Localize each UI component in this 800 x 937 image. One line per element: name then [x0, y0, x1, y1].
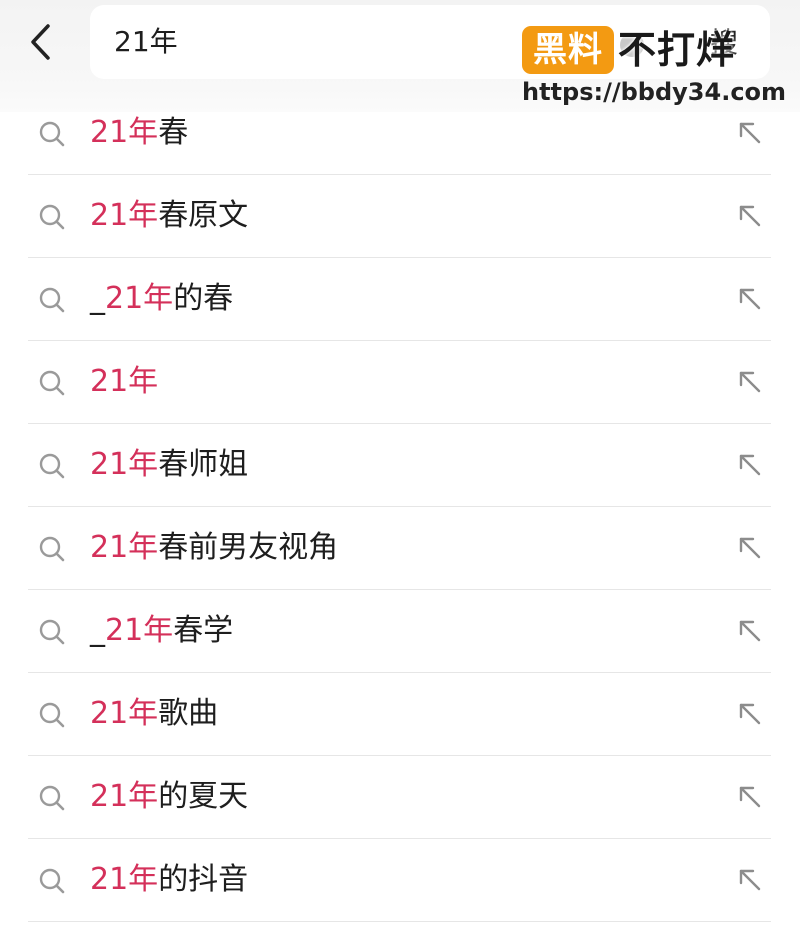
chevron-left-icon [31, 24, 50, 60]
suggestion-suffix: 春 [158, 115, 189, 150]
suggestion-text: 21年春 [90, 114, 188, 152]
suggestion-suffix: 春师姐 [158, 447, 249, 482]
search-query-text[interactable]: 21年 [114, 25, 178, 59]
suggestion-item[interactable]: 21年的夏天 [28, 756, 771, 839]
search-icon [39, 453, 65, 479]
arrow-up-left-icon[interactable] [737, 369, 763, 395]
suggestion-suffix: 春原文 [158, 198, 249, 233]
suggestion-text: 21年春师姐 [90, 446, 248, 484]
suggestion-suffix: 春学 [173, 613, 234, 648]
search-icon [39, 287, 65, 313]
search-icon [39, 536, 65, 562]
suggestion-list: 21年春 21年春原文 _21年的春 21年 21年春师姐 21年春前男友视角 _21年春学… [28, 92, 771, 922]
suggestion-prefix: _ [90, 281, 105, 316]
arrow-up-left-icon[interactable] [737, 618, 763, 644]
suggestion-item[interactable]: 21年春原文 [28, 175, 771, 258]
suggestion-suffix: 的夏天 [158, 779, 249, 814]
suggestion-item[interactable]: _21年的春 [28, 258, 771, 341]
arrow-up-left-icon[interactable] [737, 784, 763, 810]
suggestion-text: 21年的抖音 [90, 861, 248, 899]
search-icon [39, 121, 65, 147]
search-icon [39, 619, 65, 645]
suggestion-suffix: 歌曲 [158, 696, 219, 731]
arrow-up-left-icon[interactable] [737, 452, 763, 478]
suggestion-item[interactable]: 21年歌曲 [28, 673, 771, 756]
suggestion-match: 21年 [90, 447, 159, 482]
suggestion-item[interactable]: 21年春 [28, 92, 771, 175]
suggestion-match: 21年 [90, 530, 159, 565]
arrow-up-left-icon[interactable] [737, 286, 763, 312]
arrow-up-left-icon[interactable] [737, 701, 763, 727]
suggestion-match: 21年 [105, 613, 174, 648]
watermark-text: 不打烊 [618, 28, 736, 72]
watermark-badge: 黑料 [522, 26, 614, 74]
suggestion-item[interactable]: 21年春前男友视角 [28, 507, 771, 590]
suggestion-text: 21年歌曲 [90, 695, 218, 733]
suggestion-match: 21年 [90, 696, 159, 731]
suggestion-match: 21年 [90, 115, 159, 150]
arrow-up-left-icon[interactable] [737, 535, 763, 561]
suggestion-text: 21年的夏天 [90, 778, 248, 816]
suggestion-prefix: _ [90, 613, 105, 648]
suggestion-suffix: 春前男友视角 [158, 530, 339, 565]
suggestion-text: _21年的春 [90, 280, 233, 318]
search-icon [39, 785, 65, 811]
search-suggestions-page: 21年 搜 黑料 不打烊 https://bbdy34.com 21年春 21年春… [0, 0, 800, 937]
suggestion-text: 21年春原文 [90, 197, 248, 235]
search-icon [39, 370, 65, 396]
back-button[interactable] [22, 20, 62, 64]
suggestion-item[interactable]: 21年春师姐 [28, 424, 771, 507]
suggestion-text: 21年 [90, 363, 158, 401]
suggestion-item[interactable]: _21年春学 [28, 590, 771, 673]
suggestion-match: 21年 [90, 364, 159, 399]
suggestion-item[interactable]: 21年 [28, 341, 771, 424]
suggestion-text: _21年春学 [90, 612, 233, 650]
arrow-up-left-icon[interactable] [737, 120, 763, 146]
suggestion-match: 21年 [90, 779, 159, 814]
arrow-up-left-icon[interactable] [737, 203, 763, 229]
suggestion-match: 21年 [90, 862, 159, 897]
suggestion-suffix: 的春 [173, 281, 234, 316]
search-icon [39, 868, 65, 894]
arrow-up-left-icon[interactable] [737, 867, 763, 893]
suggestion-match: 21年 [90, 198, 159, 233]
suggestion-item[interactable]: 21年的抖音 [28, 839, 771, 922]
suggestion-match: 21年 [105, 281, 174, 316]
suggestion-text: 21年春前男友视角 [90, 529, 338, 567]
search-icon [39, 204, 65, 230]
suggestion-suffix: 的抖音 [158, 862, 249, 897]
search-icon [39, 702, 65, 728]
